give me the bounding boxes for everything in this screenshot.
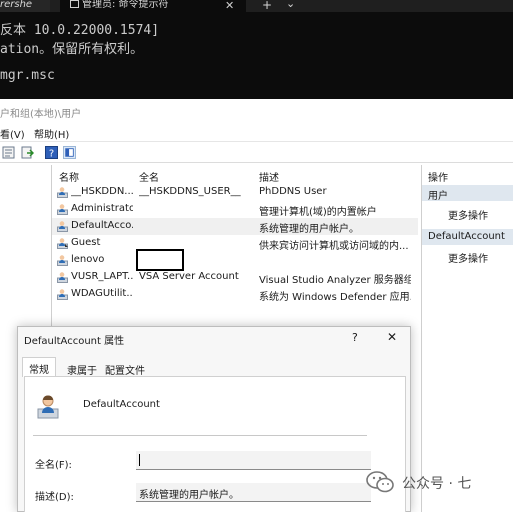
fullname-field[interactable] [136,451,371,470]
wechat-watermark: 公众号 · 七 [366,470,513,494]
actions-pane: 操作 用户 更多操作 DefaultAccount 更多操作 [421,165,513,512]
user-icon [57,204,68,215]
description-field[interactable]: 系统管理的用户帐户。 [136,483,371,502]
user-icon [57,187,68,198]
toolbar: ? [0,143,513,163]
user-name-cell: VUSR_LAPT... [71,271,133,282]
terminal-tab-powershell[interactable]: rershe [0,0,50,12]
properties-dialog: DefaultAccount 属性 ? ✕ 常规 隶属于 配置文件 Defaul… [17,326,411,512]
user-icon [57,238,68,249]
table-row[interactable]: __HSKDDN... __HSKDDNS_USER__ PhDDNS User [52,184,418,201]
user-name-cell: DefaultAcco... [71,220,133,231]
user-desc-cell: 系统为 Windows Defender 应用... [259,292,411,303]
user-icon [57,272,68,283]
actions-header: 操作 [428,173,448,184]
user-name-cell: __HSKDDN... [71,186,133,197]
table-row[interactable]: WDAGUtilit... 系统为 Windows Defender 应用... [52,286,418,303]
actions-section-users[interactable]: 用户 [422,185,513,202]
description-value: 系统管理的用户帐户。 [139,490,239,501]
export-list-icon[interactable] [21,146,34,159]
menu-bar: 看(V) 帮助(H) [0,123,513,142]
table-row[interactable]: Guest 供来宾访问计算机或访问域的内... [52,235,418,252]
actions-section-defaultaccount[interactable]: DefaultAccount [422,229,513,245]
description-label: 描述(D): [35,492,74,503]
user-desc-cell: 系统管理的用户帐户。 [259,224,359,235]
tab-panel-general: DefaultAccount 全名(F): 描述(D): 系统管理的用户帐户。 [24,376,406,512]
terminal-tab-strip: rershe 管理员: 命令提示符 ✕ + ⌄ [0,0,513,12]
terminal-line: ation。保留所有权利。 [0,42,144,57]
user-desc-cell: Visual Studio Analyzer 服务器组... [259,275,411,286]
table-row[interactable]: DefaultAcco... 系统管理的用户帐户。 [52,218,418,235]
table-row[interactable]: VUSR_LAPT... VSA Server Account Visual Stu… [52,269,418,286]
window-title: 户和组(本地)\用户 [0,109,82,120]
dialog-title: DefaultAccount 属性 [24,336,125,347]
properties-icon[interactable] [2,146,15,159]
user-icon [57,255,68,266]
menu-view[interactable]: 看(V) [0,126,25,141]
wechat-logo-icon [366,471,394,493]
more-actions-defaultaccount[interactable]: 更多操作 [448,250,488,265]
menu-help[interactable]: 帮助(H) [34,126,69,141]
column-header-description[interactable]: 描述 [259,169,279,184]
text-caret [139,454,140,466]
user-name-cell: Guest [71,237,101,248]
table-row[interactable]: lenovo [52,252,418,269]
terminal-window: rershe 管理员: 命令提示符 ✕ + ⌄ 反本 10.0.22000.15… [0,0,513,99]
user-fullname-cell: __HSKDDNS_USER__ [139,186,241,197]
terminal-line: 反本 10.0.22000.1574] [0,23,160,38]
more-actions-users[interactable]: 更多操作 [448,207,488,222]
svg-text:?: ? [49,149,54,160]
terminal-tab-label: rershe [0,0,33,10]
cmd-icon [70,0,79,8]
dialog-help-button[interactable]: ? [352,331,358,344]
help-icon[interactable]: ? [45,146,58,159]
account-name: DefaultAccount [83,399,160,410]
new-tab-button[interactable]: + [262,0,272,12]
user-desc-cell: 管理计算机(域)的内置帐户 [259,207,377,218]
user-desc-cell: PhDDNS User [259,186,327,197]
terminal-tab-cmd-admin[interactable]: 管理员: 命令提示符 [60,0,246,12]
watermark-text: 公众号 · 七 [402,476,472,492]
user-name-cell: WDAGUtilit... [71,288,133,299]
user-icon [57,289,68,300]
fullname-label: 全名(F): [35,460,72,471]
user-name-cell: lenovo [71,254,105,265]
user-icon [57,221,68,232]
user-account-icon [37,395,59,419]
divider [33,435,367,436]
dialog-close-button[interactable]: ✕ [387,330,397,344]
column-header-name[interactable]: 名称 [59,169,79,184]
chevron-down-icon[interactable]: ⌄ [286,0,295,10]
redaction-box [136,249,184,271]
user-name-cell: Administrator [71,203,133,214]
close-tab-icon[interactable]: ✕ [225,0,234,12]
user-desc-cell: 供来宾访问计算机或访问域的内... [259,241,409,252]
terminal-line: mgr.msc [0,68,55,83]
terminal-tab-label: 管理员: 命令提示符 [82,0,169,10]
table-row[interactable]: Administrator 管理计算机(域)的内置帐户 [52,201,418,218]
tab-general[interactable]: 常规 [22,357,56,377]
column-header-fullname[interactable]: 全名 [139,169,159,184]
user-fullname-cell: VSA Server Account [139,271,239,282]
action-pane-toggle-icon[interactable] [63,146,76,159]
